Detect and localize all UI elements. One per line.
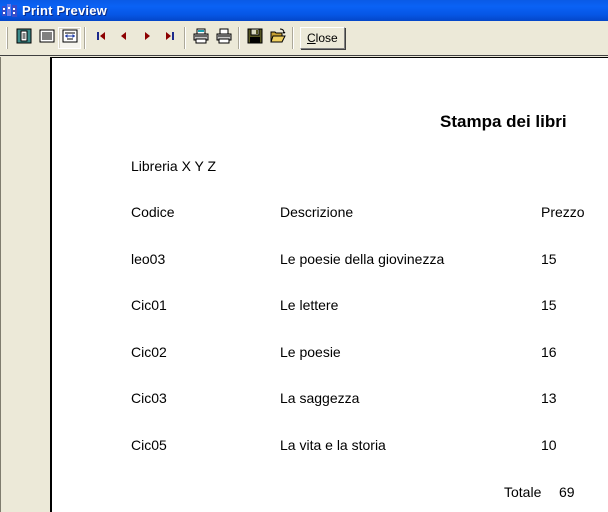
cell-descrizione: Le poesie della giovinezza bbox=[280, 251, 445, 267]
next-page-icon bbox=[141, 29, 153, 47]
two-pages-button[interactable] bbox=[35, 27, 58, 49]
close-button-label: Close bbox=[307, 31, 338, 45]
viewport-edge bbox=[0, 57, 1, 512]
toolbar-separator bbox=[292, 27, 294, 49]
cell-descrizione: La saggezza bbox=[280, 390, 360, 406]
print-preview-app-icon bbox=[2, 3, 18, 18]
fit-width-icon bbox=[62, 28, 78, 49]
toolbar-grip[interactable] bbox=[6, 27, 8, 49]
previous-page-button[interactable] bbox=[112, 27, 135, 49]
first-page-icon bbox=[95, 29, 107, 47]
toolbar-separator bbox=[238, 27, 240, 49]
cell-prezzo: 16 bbox=[541, 344, 557, 360]
cell-codice: Cic01 bbox=[131, 297, 167, 313]
cell-prezzo: 15 bbox=[541, 297, 557, 313]
cell-prezzo: 13 bbox=[541, 390, 557, 406]
first-page-button[interactable] bbox=[89, 27, 112, 49]
cell-descrizione: La vita e la storia bbox=[280, 437, 386, 453]
printer-icon bbox=[216, 28, 232, 49]
printer-setup-icon bbox=[193, 28, 209, 49]
cell-codice: leo03 bbox=[131, 251, 166, 267]
report-page[interactable]: Stampa dei libri Libreria X Y Z Codice D… bbox=[50, 57, 608, 512]
cell-prezzo: 15 bbox=[541, 251, 557, 267]
save-button[interactable] bbox=[243, 27, 266, 49]
cell-codice: Cic03 bbox=[131, 390, 167, 406]
last-page-button[interactable] bbox=[158, 27, 181, 49]
print-setup-button[interactable] bbox=[189, 27, 212, 49]
total-label: Totale bbox=[504, 484, 542, 500]
toolbar: Close bbox=[0, 22, 608, 55]
report-title: Stampa dei libri bbox=[440, 112, 567, 131]
previous-page-icon bbox=[118, 29, 130, 47]
one-page-button[interactable] bbox=[12, 27, 35, 49]
open-folder-icon bbox=[269, 28, 286, 49]
toolbar-separator bbox=[84, 27, 86, 49]
cell-descrizione: Le poesie bbox=[280, 344, 341, 360]
cell-codice: Cic05 bbox=[131, 437, 167, 453]
print-button[interactable] bbox=[212, 27, 235, 49]
report-subtitle: Libreria X Y Z bbox=[131, 158, 217, 174]
title-bar: Print Preview bbox=[0, 0, 608, 21]
toolbar-divider bbox=[0, 54, 608, 56]
fit-width-button[interactable] bbox=[58, 27, 81, 49]
cell-prezzo: 10 bbox=[541, 437, 557, 453]
column-header-prezzo: Prezzo bbox=[541, 204, 585, 220]
next-page-button[interactable] bbox=[135, 27, 158, 49]
one-page-icon bbox=[16, 28, 32, 49]
open-button[interactable] bbox=[266, 27, 289, 49]
total-value: 69 bbox=[559, 484, 575, 500]
cell-codice: Cic02 bbox=[131, 344, 167, 360]
window-title: Print Preview bbox=[22, 3, 107, 18]
last-page-icon bbox=[164, 29, 176, 47]
toolbar-separator bbox=[184, 27, 186, 49]
cell-descrizione: Le lettere bbox=[280, 297, 339, 313]
save-disk-icon bbox=[247, 28, 263, 49]
multi-page-icon bbox=[39, 28, 55, 49]
close-button[interactable]: Close bbox=[300, 27, 345, 49]
column-header-codice: Codice bbox=[131, 204, 175, 220]
column-header-descrizione: Descrizione bbox=[280, 204, 354, 220]
